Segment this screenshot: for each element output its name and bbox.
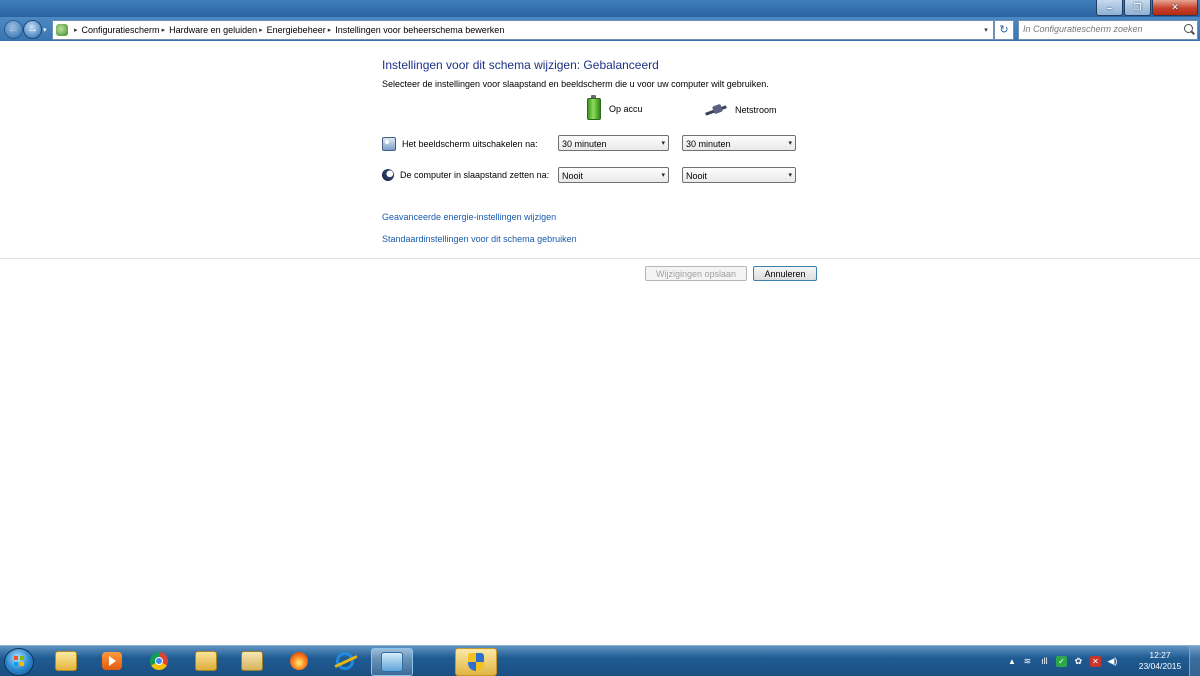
setting-row-display: Het beeldscherm uitschakelen na: [382, 137, 538, 151]
chevron-down-icon: ▾ [661, 172, 665, 179]
breadcrumb[interactable]: ▸ Configuratiescherm ▸ Hardware en gelui… [52, 20, 994, 40]
breadcrumb-separator[interactable]: ▸ [259, 26, 263, 34]
monitor-icon [382, 137, 396, 151]
battery-icon [587, 95, 601, 120]
shield-icon [468, 653, 484, 671]
media-player-icon [102, 652, 122, 670]
search-box[interactable] [1018, 20, 1198, 40]
window-title-bar: – ❐ ✕ [0, 0, 1200, 17]
network-icon[interactable]: ≋ [1022, 656, 1033, 667]
cancel-button[interactable]: Annuleren [753, 266, 817, 281]
recent-pages-dropdown[interactable]: ▾ [43, 26, 47, 34]
breadcrumb-separator[interactable]: ▸ [162, 26, 166, 34]
chrome-icon [150, 652, 168, 670]
select-value: 30 minuten [562, 139, 607, 149]
address-bar: ← → ▾ ▸ Configuratiescherm ▸ Hardware en… [0, 17, 1200, 41]
clock-time: 12:27 [1149, 650, 1171, 660]
column-header-plugged: Netstroom [703, 103, 777, 117]
advanced-settings-link[interactable]: Geavanceerde energie-instellingen wijzig… [382, 212, 556, 222]
fire-icon [290, 652, 308, 670]
taskbar-app-media-player[interactable] [92, 648, 132, 674]
taskbar-app-security[interactable] [455, 648, 497, 676]
refresh-button[interactable]: ↻ [994, 20, 1014, 40]
taskbar-app-chrome[interactable] [139, 648, 179, 674]
breadcrumb-item-energiebeheer[interactable]: Energiebeheer [267, 25, 326, 35]
setting-row-sleep: De computer in slaapstand zetten na: [382, 169, 549, 181]
breadcrumb-item-configuratiescherm[interactable]: Configuratiescherm [82, 25, 160, 35]
moon-icon [382, 169, 394, 181]
start-button[interactable] [4, 648, 34, 676]
power-plug-icon [703, 103, 727, 117]
address-dropdown[interactable]: ▾ [979, 21, 993, 39]
page-description: Selecteer de instellingen voor slaapstan… [382, 79, 769, 89]
divider [0, 258, 1200, 259]
system-tray: ▲ ≋ ıll ✓ ✿ ✕ ◀) [1008, 646, 1118, 676]
taskbar-app-control-panel[interactable] [371, 648, 413, 676]
page-title: Instellingen voor dit schema wijzigen: G… [382, 58, 659, 72]
save-changes-button[interactable]: Wijzigingen opslaan [645, 266, 747, 281]
mail-icon [241, 651, 263, 671]
back-button[interactable]: ← [4, 20, 23, 39]
taskbar-app-mail[interactable] [232, 648, 272, 674]
select-value: 30 minuten [686, 139, 731, 149]
column-header-battery: Op accu [587, 95, 643, 120]
breadcrumb-item-current[interactable]: Instellingen voor beheerschema bewerken [335, 25, 504, 35]
column-label-battery: Op accu [609, 104, 643, 114]
sleep-battery-select[interactable]: Nooit ▾ [558, 167, 669, 183]
sync-icon[interactable]: ✿ [1073, 656, 1084, 667]
signal-icon[interactable]: ıll [1039, 656, 1050, 667]
select-value: Nooit [686, 171, 708, 181]
restore-defaults-link[interactable]: Standaardinstellingen voor dit schema ge… [382, 234, 577, 244]
chevron-down-icon: ▾ [661, 140, 665, 147]
show-desktop-button[interactable] [1189, 646, 1200, 676]
clock[interactable]: 12:27 23/04/2015 [1134, 650, 1186, 672]
security-check-icon[interactable]: ✓ [1055, 655, 1067, 667]
close-button[interactable]: ✕ [1152, 0, 1198, 16]
alert-icon[interactable]: ✕ [1089, 655, 1101, 667]
control-panel-icon [56, 24, 68, 36]
chevron-down-icon: ▾ [788, 140, 792, 147]
internet-explorer-icon [336, 652, 354, 670]
volume-icon[interactable]: ◀) [1107, 656, 1118, 667]
control-panel-icon [381, 652, 403, 672]
chevron-down-icon: ▾ [788, 172, 792, 179]
taskbar-app-files[interactable] [186, 648, 226, 674]
show-hidden-icons-button[interactable]: ▲ [1008, 657, 1016, 666]
display-off-battery-select[interactable]: 30 minuten ▾ [558, 135, 669, 151]
select-value: Nooit [562, 171, 584, 181]
setting-label-sleep: De computer in slaapstand zetten na: [400, 170, 550, 180]
search-icon[interactable] [1184, 24, 1193, 33]
setting-label-display: Het beeldscherm uitschakelen na: [402, 139, 538, 149]
taskbar-app-explorer[interactable] [46, 648, 86, 674]
taskbar-app-fire[interactable] [279, 648, 319, 674]
breadcrumb-item-hardware[interactable]: Hardware en geluiden [169, 25, 257, 35]
breadcrumb-separator[interactable]: ▸ [74, 26, 78, 34]
search-input[interactable] [1023, 21, 1173, 37]
clock-date: 23/04/2015 [1138, 661, 1182, 671]
column-label-plugged: Netstroom [735, 105, 777, 115]
breadcrumb-separator[interactable]: ▸ [328, 26, 332, 34]
sleep-plugged-select[interactable]: Nooit ▾ [682, 167, 796, 183]
taskbar: ▲ ≋ ıll ✓ ✿ ✕ ◀) 12:27 23/04/2015 [0, 645, 1200, 676]
forward-button[interactable]: → [23, 20, 42, 39]
display-off-plugged-select[interactable]: 30 minuten ▾ [682, 135, 796, 151]
files-icon [195, 651, 217, 671]
folder-icon [55, 651, 77, 671]
window-controls: – ❐ ✕ [1095, 0, 1198, 16]
taskbar-app-ie[interactable] [325, 648, 365, 674]
minimize-button[interactable]: – [1096, 0, 1123, 16]
maximize-button[interactable]: ❐ [1124, 0, 1151, 16]
